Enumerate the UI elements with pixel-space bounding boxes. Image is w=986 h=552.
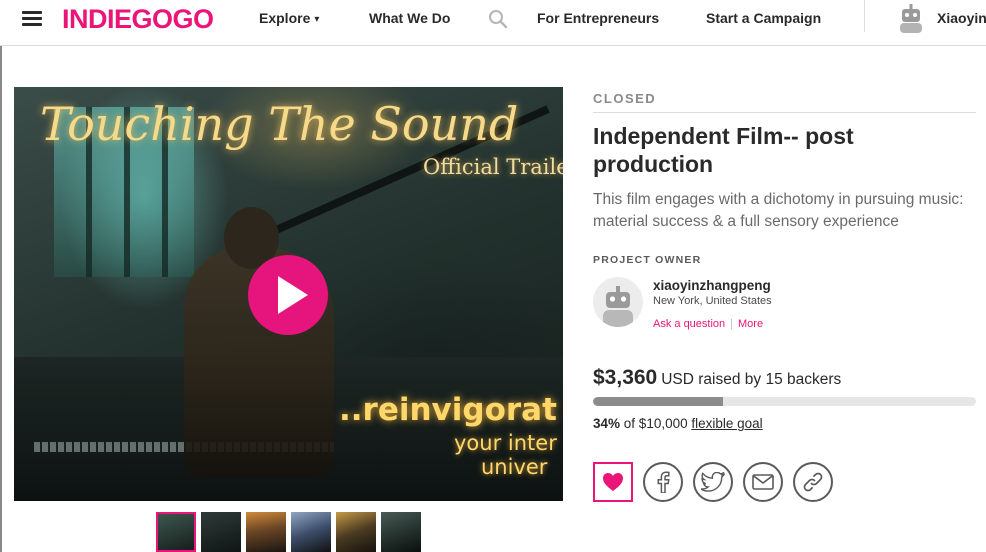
campaign-title: Independent Film-- post production	[593, 123, 854, 177]
media-thumbnail[interactable]	[336, 512, 376, 552]
play-button[interactable]	[248, 255, 328, 335]
nav-what-we-do[interactable]: What We Do	[369, 10, 450, 26]
project-owner-label: PROJECT OWNER	[593, 254, 702, 266]
amount-raised: $3,360	[593, 366, 658, 389]
chevron-down-icon: ▾	[314, 14, 320, 25]
owner-location: New York, United States	[653, 295, 772, 307]
media-thumbnail[interactable]	[201, 512, 241, 552]
search-icon[interactable]	[487, 8, 509, 30]
top-navigation: INDIEGOGO Explore ▾ What We Do For Entrep…	[0, 0, 986, 46]
nav-explore-label: Explore	[259, 10, 311, 26]
copy-link-button[interactable]	[793, 462, 833, 502]
media-thumbnail[interactable]	[291, 512, 331, 552]
user-avatar-icon[interactable]	[898, 3, 924, 33]
campaign-status: CLOSED	[593, 91, 657, 106]
video-subtitle-overlay: Official Traile	[423, 155, 563, 179]
mail-icon	[752, 474, 774, 490]
hamburger-menu-icon[interactable]	[22, 11, 42, 27]
page-left-border	[0, 0, 2, 552]
funding-percent: 34%	[593, 416, 621, 431]
funding-goal: 34% of $10,000 flexible goal	[593, 416, 763, 431]
raised-description: USD raised by 15 backers	[661, 371, 842, 388]
campaign-tagline: This film engages with a dichotomy in pu…	[593, 191, 964, 230]
video-caption-big: ..reinvigorat	[339, 392, 557, 428]
follow-heart-button[interactable]	[593, 462, 633, 502]
owner-name[interactable]: xiaoyinzhangpeng	[653, 278, 771, 293]
video-title-overlay: Touching The Sound	[40, 97, 519, 151]
facebook-icon	[657, 471, 670, 493]
share-twitter-button[interactable]	[693, 462, 733, 502]
share-email-button[interactable]	[743, 462, 783, 502]
nav-explore[interactable]: Explore ▾	[259, 10, 319, 26]
link-separator: |	[730, 318, 734, 330]
funding-progress-fill	[593, 397, 724, 406]
media-thumbnails	[156, 512, 421, 552]
share-facebook-button[interactable]	[643, 462, 683, 502]
indiegogo-logo[interactable]: INDIEGOGO	[62, 4, 214, 35]
twitter-icon	[701, 472, 725, 492]
ask-question-link[interactable]: Ask a question	[653, 318, 725, 330]
link-icon	[803, 472, 823, 492]
media-thumbnail[interactable]	[381, 512, 421, 552]
nav-start-campaign[interactable]: Start a Campaign	[706, 10, 821, 26]
heart-icon	[603, 473, 623, 491]
campaign-video[interactable]: Touching The Sound Official Traile ..rei…	[14, 87, 563, 501]
media-thumbnail[interactable]	[246, 512, 286, 552]
video-caption-line2: univer	[481, 455, 548, 479]
status-divider	[593, 112, 976, 113]
nav-for-entrepreneurs[interactable]: For Entrepreneurs	[537, 10, 659, 26]
owner-links: Ask a question | More	[653, 318, 763, 330]
goal-amount: of $10,000	[623, 416, 688, 431]
owner-avatar-icon[interactable]	[593, 277, 643, 327]
nav-user-name[interactable]: Xiaoyin	[937, 10, 986, 26]
video-caption-line1: your inter	[454, 431, 557, 455]
funds-raised: $3,360 USD raised by 15 backers	[593, 366, 841, 390]
nav-divider	[864, 0, 865, 32]
more-link[interactable]: More	[738, 318, 763, 330]
media-thumbnail[interactable]	[156, 512, 196, 552]
flexible-goal-link[interactable]: flexible goal	[691, 416, 762, 431]
funding-progress-bar	[593, 397, 976, 406]
play-icon	[278, 276, 308, 314]
